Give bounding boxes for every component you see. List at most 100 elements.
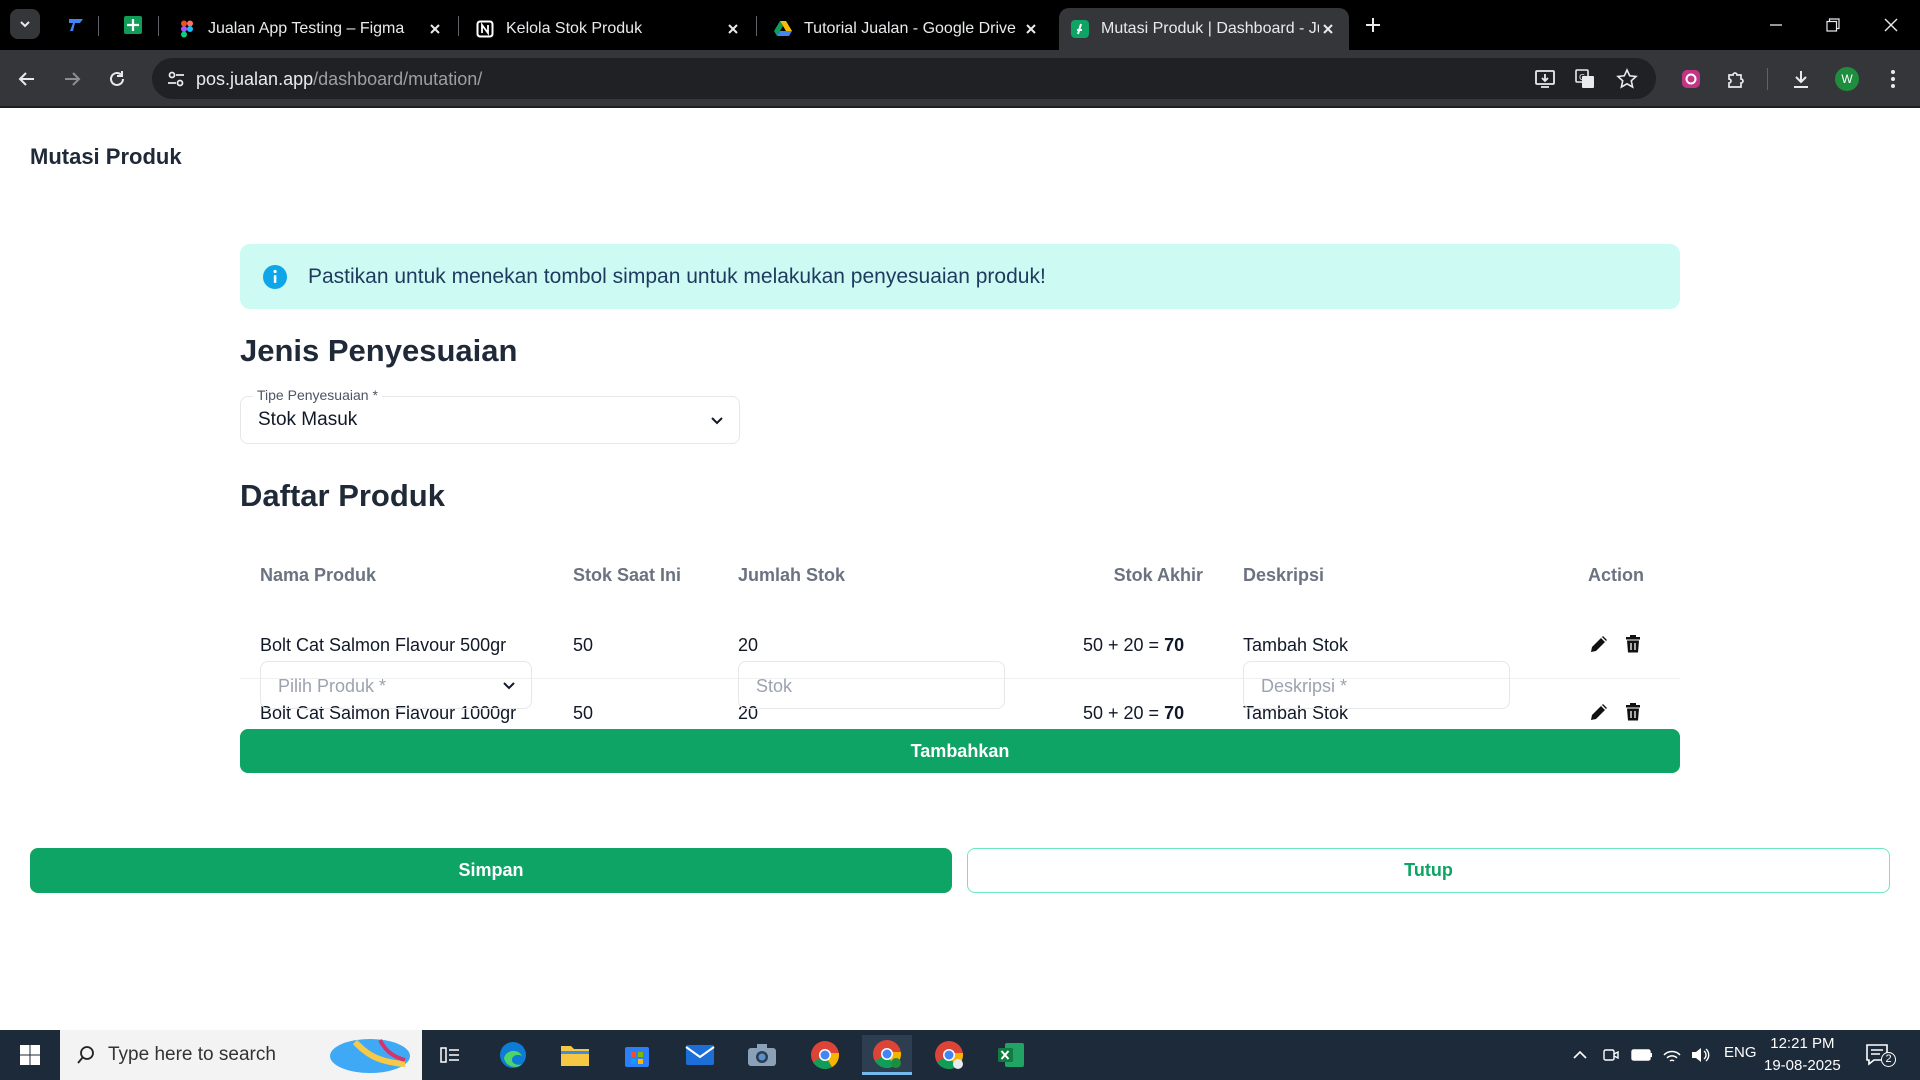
close-icon (1884, 18, 1898, 32)
placeholder: Deskripsi * (1261, 676, 1348, 696)
edge-icon (500, 1042, 526, 1068)
store-icon (625, 1047, 649, 1067)
wifi-icon[interactable] (1662, 1046, 1682, 1064)
trash-icon[interactable] (1622, 633, 1644, 655)
deskripsi-input[interactable]: Deskripsi * (1243, 661, 1510, 709)
minimize-window-button[interactable] (1760, 9, 1792, 41)
folder-icon (561, 1046, 589, 1066)
extensions-button[interactable] (1720, 63, 1752, 95)
toolbar-divider (1767, 68, 1768, 90)
taskbar-mail[interactable] (675, 1035, 725, 1075)
close-window-button[interactable] (1875, 9, 1907, 41)
tab-google-drive[interactable]: Tutorial Jualan - Google Drive (762, 8, 1052, 50)
browser-menu-button[interactable] (1877, 63, 1909, 95)
info-alert: Pastikan untuk menekan tombol simpan unt… (240, 244, 1680, 309)
tab-mutasi-produk[interactable]: Mutasi Produk | Dashboard - Ju (1059, 8, 1349, 50)
placeholder: Pilih Produk * (278, 676, 387, 696)
reload-button[interactable] (101, 63, 133, 95)
close-tab-icon[interactable] (724, 20, 742, 38)
chevron-down-icon (20, 21, 30, 28)
tab-search-button[interactable] (10, 9, 40, 39)
pencil-icon[interactable] (1588, 701, 1610, 723)
profile-initial: W (1841, 72, 1853, 86)
volume-icon[interactable] (1690, 1046, 1710, 1064)
trash-icon[interactable] (1622, 701, 1644, 723)
plus-icon (1366, 18, 1380, 32)
tab-title: Kelola Stok Produk (506, 20, 643, 37)
row-actions (1588, 701, 1644, 723)
chrome-icon (935, 1041, 964, 1069)
chrome-icon (811, 1041, 840, 1069)
tab-figma[interactable]: Jualan App Testing – Figma (166, 8, 456, 50)
address-bar[interactable]: pos.jualan.app/dashboard/mutation/ G (152, 58, 1656, 99)
profile-button[interactable]: W (1831, 63, 1863, 95)
reload-icon (110, 71, 124, 86)
taskbar-store[interactable] (612, 1035, 662, 1075)
arrow-right-icon (65, 72, 81, 86)
final-stock-calc: 50 + 20 = (1083, 703, 1165, 723)
taskbar-excel[interactable] (986, 1035, 1036, 1075)
taskbar-chrome-profile-2[interactable] (924, 1035, 974, 1075)
taskbar-file-explorer[interactable] (550, 1035, 600, 1075)
tambahkan-button[interactable]: Tambahkan (240, 729, 1680, 773)
more-vertical-icon (1891, 70, 1895, 88)
tab-separator (458, 16, 459, 36)
tutup-button[interactable]: Tutup (967, 848, 1890, 893)
chevron-down-icon (711, 417, 723, 425)
taskbar-search[interactable]: Type here to search (60, 1030, 422, 1080)
taskbar-chrome[interactable] (800, 1035, 850, 1075)
pilih-produk-select[interactable]: Pilih Produk * (260, 661, 532, 709)
browser-toolbar: pos.jualan.app/dashboard/mutation/ G W (0, 50, 1920, 108)
tab-title: Mutasi Produk | Dashboard - Ju (1101, 20, 1319, 37)
pinned-tab-sheets[interactable] (117, 9, 149, 41)
stok-input[interactable]: Stok (738, 661, 1005, 709)
restore-window-button[interactable] (1817, 9, 1849, 41)
clock-time: 12:21 PM (1770, 1035, 1835, 1052)
site-info-icon[interactable] (166, 69, 186, 89)
install-app-icon[interactable] (1534, 68, 1556, 90)
new-tab-button[interactable] (1357, 9, 1389, 41)
forward-button[interactable] (56, 63, 88, 95)
back-button[interactable] (11, 63, 43, 95)
pencil-icon[interactable] (1588, 633, 1610, 655)
chevron-up-icon[interactable] (1572, 1047, 1588, 1063)
battery-icon[interactable] (1631, 1048, 1653, 1062)
puzzle-icon (1728, 72, 1744, 88)
final-stock: 50 + 20 = 70 (1083, 703, 1184, 724)
close-tab-icon[interactable] (1319, 20, 1337, 38)
alert-message: Pastikan untuk menekan tombol simpan unt… (308, 264, 1046, 288)
notification-center-button[interactable]: 2 (1865, 1043, 1896, 1067)
field-label: Tipe Penyesuaian * (253, 387, 382, 403)
pinned-tab-1[interactable] (60, 9, 92, 41)
translate-icon[interactable]: G (1574, 68, 1596, 90)
column-header: Deskripsi (1243, 565, 1325, 585)
url-host: pos.jualan.app (196, 69, 314, 89)
close-tab-icon[interactable] (426, 20, 444, 38)
tab-separator (756, 16, 757, 36)
close-tab-icon[interactable] (1022, 20, 1040, 38)
extension-instagram-button[interactable] (1675, 63, 1707, 95)
bookmark-star-icon[interactable] (1616, 68, 1638, 90)
tipe-penyesuaian-select[interactable]: Tipe Penyesuaian * Stok Masuk (240, 387, 740, 444)
downloads-button[interactable] (1785, 63, 1817, 95)
start-button[interactable] (5, 1035, 55, 1075)
taskbar-edge[interactable] (488, 1035, 538, 1075)
description: Tambah Stok (1243, 635, 1349, 655)
simpan-button[interactable]: Simpan (30, 848, 952, 893)
task-view-button[interactable] (425, 1035, 475, 1075)
taskbar-camera[interactable] (737, 1035, 787, 1075)
row-actions (1588, 633, 1644, 655)
column-header: Jumlah Stok (738, 565, 846, 585)
meet-now-icon[interactable] (1602, 1046, 1620, 1064)
language-indicator[interactable]: ENG (1724, 1044, 1757, 1061)
taskbar-chrome-profile-active[interactable] (862, 1035, 912, 1075)
windows-taskbar: Type here to search ENG 12:21 PM 19-08-2… (0, 1030, 1920, 1080)
search-highlight-icon (330, 1039, 410, 1073)
figma-icon (181, 20, 193, 38)
download-icon (1794, 71, 1808, 88)
current-stock: 50 (573, 635, 594, 655)
app-logo-icon (69, 19, 83, 31)
tab-separator (158, 16, 159, 36)
clock[interactable]: 12:21 PM 19-08-2025 (1764, 1033, 1841, 1077)
tab-kelola-stok[interactable]: Kelola Stok Produk (464, 8, 754, 50)
